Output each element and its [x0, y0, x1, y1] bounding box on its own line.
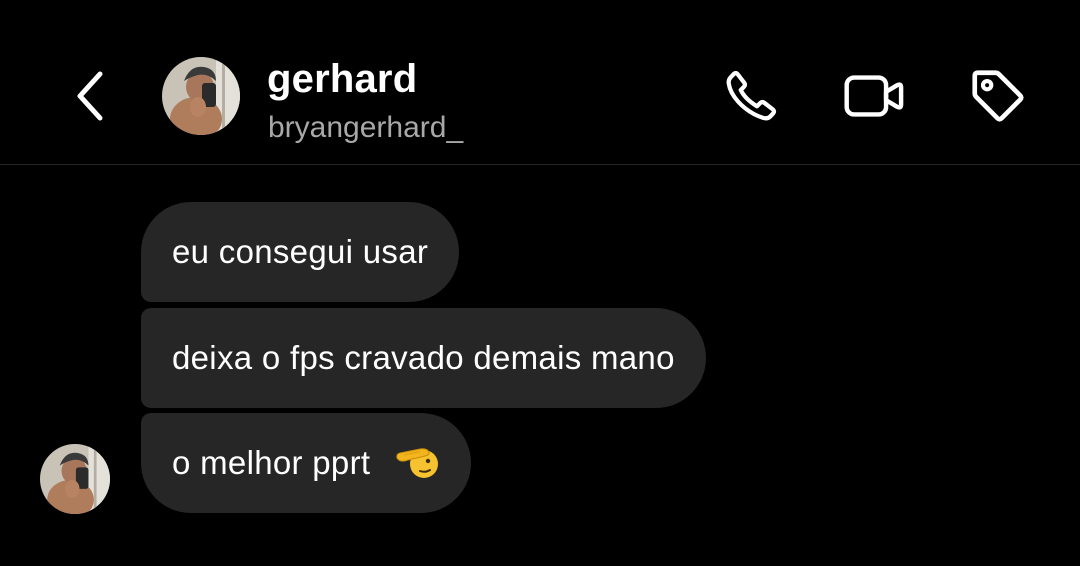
message-thread: eu consegui usar deixa o fps cravado dem… — [0, 166, 1080, 566]
message-bubble[interactable]: o melhor pprt — [141, 413, 471, 513]
message-text: eu consegui usar — [172, 233, 429, 270]
video-call-button[interactable] — [843, 64, 907, 128]
phone-icon — [726, 71, 777, 121]
tag-button[interactable] — [966, 64, 1030, 128]
message-text: deixa o fps cravado demais mano — [172, 339, 675, 376]
video-camera-icon — [844, 75, 904, 117]
sender-avatar[interactable] — [40, 444, 110, 514]
call-button[interactable] — [719, 64, 783, 128]
chevron-left-icon — [77, 71, 103, 121]
saluting-face-emoji — [396, 448, 438, 479]
contact-name[interactable]: gerhard — [267, 57, 417, 102]
message-bubble[interactable]: deixa o fps cravado demais mano — [141, 308, 706, 408]
tag-icon — [972, 70, 1024, 122]
message-bubble[interactable]: eu consegui usar — [141, 202, 460, 302]
contact-username: bryangerhard_ — [268, 111, 464, 144]
back-button[interactable] — [62, 66, 118, 126]
chat-header: gerhard bryangerhard_ — [0, 0, 1080, 165]
avatar[interactable] — [162, 57, 240, 135]
message-text: o melhor pprt — [172, 444, 371, 481]
